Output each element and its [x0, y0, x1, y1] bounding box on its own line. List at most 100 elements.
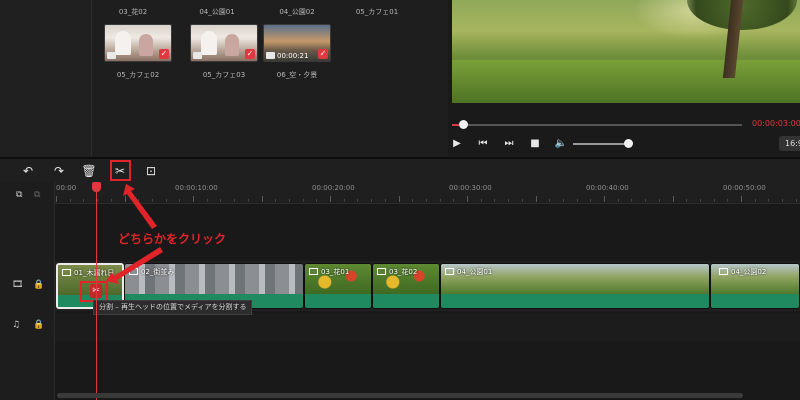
ruler-tick: [741, 196, 742, 202]
checkmark-icon[interactable]: ✓: [245, 49, 255, 59]
timeline-clip-04[interactable]: 03_花02: [372, 263, 440, 309]
clip-label: 01_木漏れ日: [62, 268, 114, 278]
timeline-clip-03[interactable]: 03_花01: [304, 263, 372, 309]
media-category-panel: [0, 0, 92, 157]
media-thumbnail[interactable]: 00:00:21 ✓: [263, 24, 331, 62]
checkmark-icon[interactable]: ✓: [159, 49, 169, 59]
ruler-tick: [713, 199, 715, 202]
ruler-label: 00:00:40:00: [586, 184, 629, 192]
split-button-highlight: [110, 160, 131, 181]
ruler-tick: [521, 199, 523, 202]
clip-label-text: 01_木漏れ日: [74, 269, 115, 277]
clip-label-text: 04_公園02: [731, 268, 767, 276]
ruler-tick: [672, 196, 674, 202]
ruler-tick: [562, 199, 564, 202]
delete-icon[interactable]: 🗑: [81, 163, 97, 179]
ruler-tick: [69, 199, 71, 202]
ruler-label: 00:00:10:00: [175, 184, 218, 192]
ruler-label: 00:00:20:00: [312, 184, 355, 192]
ruler-tick: [316, 199, 318, 202]
clip-label: 04_公園01: [445, 267, 492, 277]
ruler-tick: [357, 199, 359, 202]
stop-icon[interactable]: ■: [528, 137, 542, 151]
timeline-clip-05[interactable]: 04_公園01: [440, 263, 710, 309]
step-forward-icon[interactable]: ⏭: [502, 137, 516, 151]
image-type-icon: [377, 268, 386, 275]
ruler-tick: [699, 199, 701, 202]
clip-audio-bar: [711, 294, 799, 308]
clip-label-text: 02_街並み: [141, 268, 175, 276]
ruler-label: 00:00:50:00: [723, 184, 766, 192]
media-thumbnail[interactable]: ✓: [104, 24, 172, 62]
media-label: 05_カフェ02: [116, 71, 160, 79]
clip-label: 03_花02: [377, 267, 417, 277]
video-track-icon: 🎞: [12, 280, 24, 290]
clip-label: 03_花01: [309, 267, 349, 277]
preview-grass: [452, 60, 800, 103]
volume-handle[interactable]: [624, 139, 633, 148]
playhead-handle[interactable]: [92, 182, 101, 192]
ruler-tick: [686, 199, 688, 202]
aspect-ratio-button[interactable]: 16:9: [779, 136, 800, 151]
video-type-icon: [719, 268, 728, 275]
video-type-icon: [266, 52, 275, 59]
ruler-tick: [754, 199, 756, 202]
ruler-tick: [288, 199, 290, 202]
ruler-tick: [535, 196, 537, 202]
ruler-tick: [151, 199, 153, 202]
lock-icon[interactable]: 🔒: [33, 320, 44, 330]
media-thumbnail[interactable]: ✓: [190, 24, 258, 62]
ruler-tick: [234, 199, 236, 202]
ruler-tick: [193, 196, 194, 202]
ruler-tick: [138, 199, 140, 202]
ruler-tick: [590, 199, 592, 202]
ruler-tick: [97, 199, 99, 202]
timeline-ruler[interactable]: 00:00 00:00:10:00 00:00:20:00 00:00:30:0…: [55, 182, 800, 204]
ruler-tick: [727, 199, 729, 202]
add-track-icon[interactable]: ⧉: [16, 190, 22, 200]
ruler-tick: [412, 199, 414, 202]
ruler-tick: [302, 199, 304, 202]
undo-icon[interactable]: ↶: [20, 163, 36, 179]
annotation-text: どちらかをクリック: [118, 232, 227, 246]
ruler-tick: [206, 199, 208, 202]
ruler-tick: [480, 199, 482, 202]
ruler-tick: [124, 196, 126, 202]
ruler-label: 00:00: [56, 184, 77, 192]
ruler-tick: [782, 199, 784, 202]
redo-icon[interactable]: ↷: [51, 163, 67, 179]
ruler-tick: [220, 199, 222, 202]
ruler-tick: [795, 199, 797, 202]
preview-scrub-handle[interactable]: [459, 120, 468, 129]
media-library-panel: 03_花02 04_公園01 04_公園02 05_カフェ01 ✓ ✓ 00:0…: [92, 0, 448, 157]
clip-audio-bar: [441, 294, 709, 308]
ruler-label: 00:00:30:00: [449, 184, 492, 192]
clip-audio-bar: [373, 294, 439, 308]
lock-icon[interactable]: 🔒: [33, 280, 44, 290]
track-header-column: ⧉ ⧉ 🎞 🔒 ♫ 🔒: [0, 182, 55, 400]
preview-timecode: 00:00:03:00: [752, 119, 800, 128]
ruler-tick: [576, 199, 578, 202]
ruler-tick: [645, 199, 647, 202]
media-label-row1: 04_公園02: [279, 8, 315, 16]
split-tooltip: 分割 – 再生ヘッドの位置でメディアを分割する: [93, 300, 253, 315]
preview-video-frame: [452, 0, 800, 103]
play-icon[interactable]: ▶: [450, 137, 464, 151]
image-type-icon: [309, 268, 318, 275]
preview-progress-bar[interactable]: [452, 124, 742, 126]
crop-icon[interactable]: ⊡: [143, 163, 159, 179]
step-back-icon[interactable]: ⏮: [476, 137, 490, 151]
timeline-clip-06[interactable]: 04_公園02: [710, 263, 800, 309]
volume-slider[interactable]: [573, 143, 629, 145]
remove-track-icon[interactable]: ⧉: [34, 190, 40, 200]
ruler-tick: [467, 196, 468, 202]
checkmark-icon[interactable]: ✓: [318, 49, 328, 59]
ruler-tick: [275, 199, 277, 202]
ruler-tick: [330, 196, 331, 202]
ruler-tick: [165, 199, 167, 202]
timeline-horizontal-scrollbar[interactable]: [57, 393, 743, 398]
audio-track[interactable]: [55, 313, 800, 341]
ruler-tick: [343, 199, 345, 202]
clip-label: 04_公園02: [719, 267, 766, 277]
volume-icon[interactable]: 🔈: [554, 137, 568, 151]
